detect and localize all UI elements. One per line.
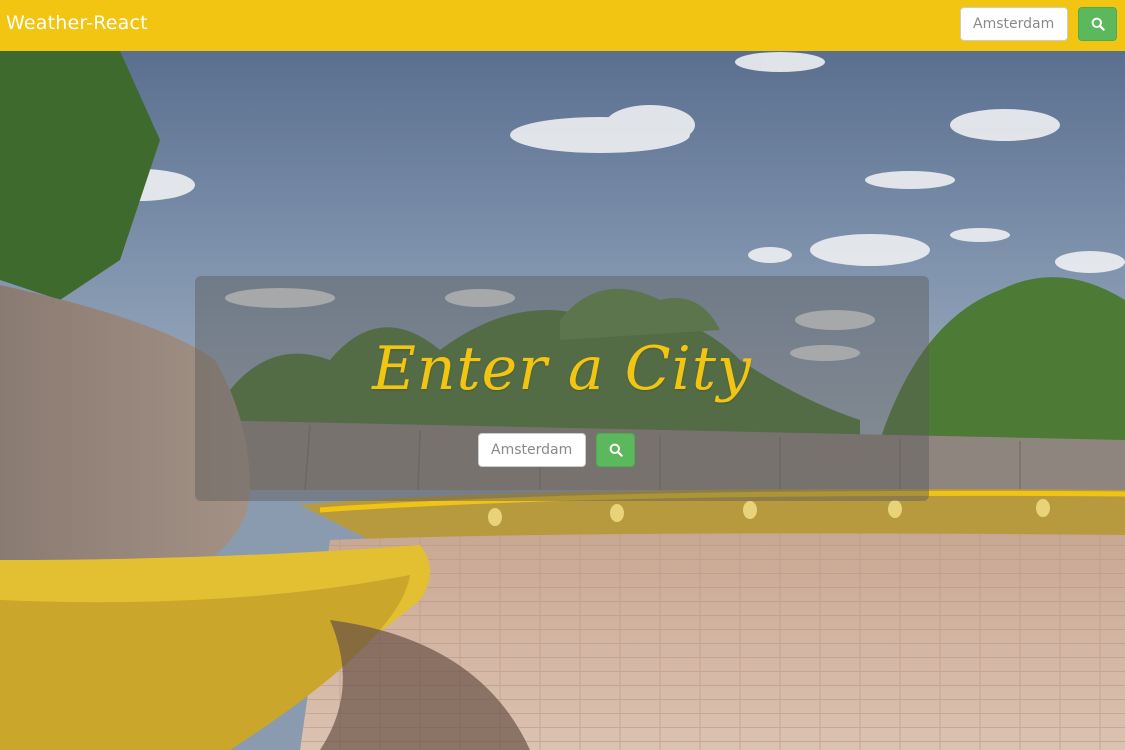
navbar-search-input[interactable] (960, 7, 1068, 41)
page-title: Enter a City (372, 334, 752, 404)
city-search-panel: Enter a City (195, 276, 929, 501)
search-icon (609, 443, 623, 457)
navbar: Weather-React (0, 0, 1125, 51)
search-icon (1091, 17, 1105, 31)
city-search-input[interactable] (478, 433, 586, 467)
city-search-button[interactable] (596, 433, 635, 467)
navbar-search-button[interactable] (1078, 7, 1117, 41)
brand-title[interactable]: Weather-React (6, 12, 148, 34)
